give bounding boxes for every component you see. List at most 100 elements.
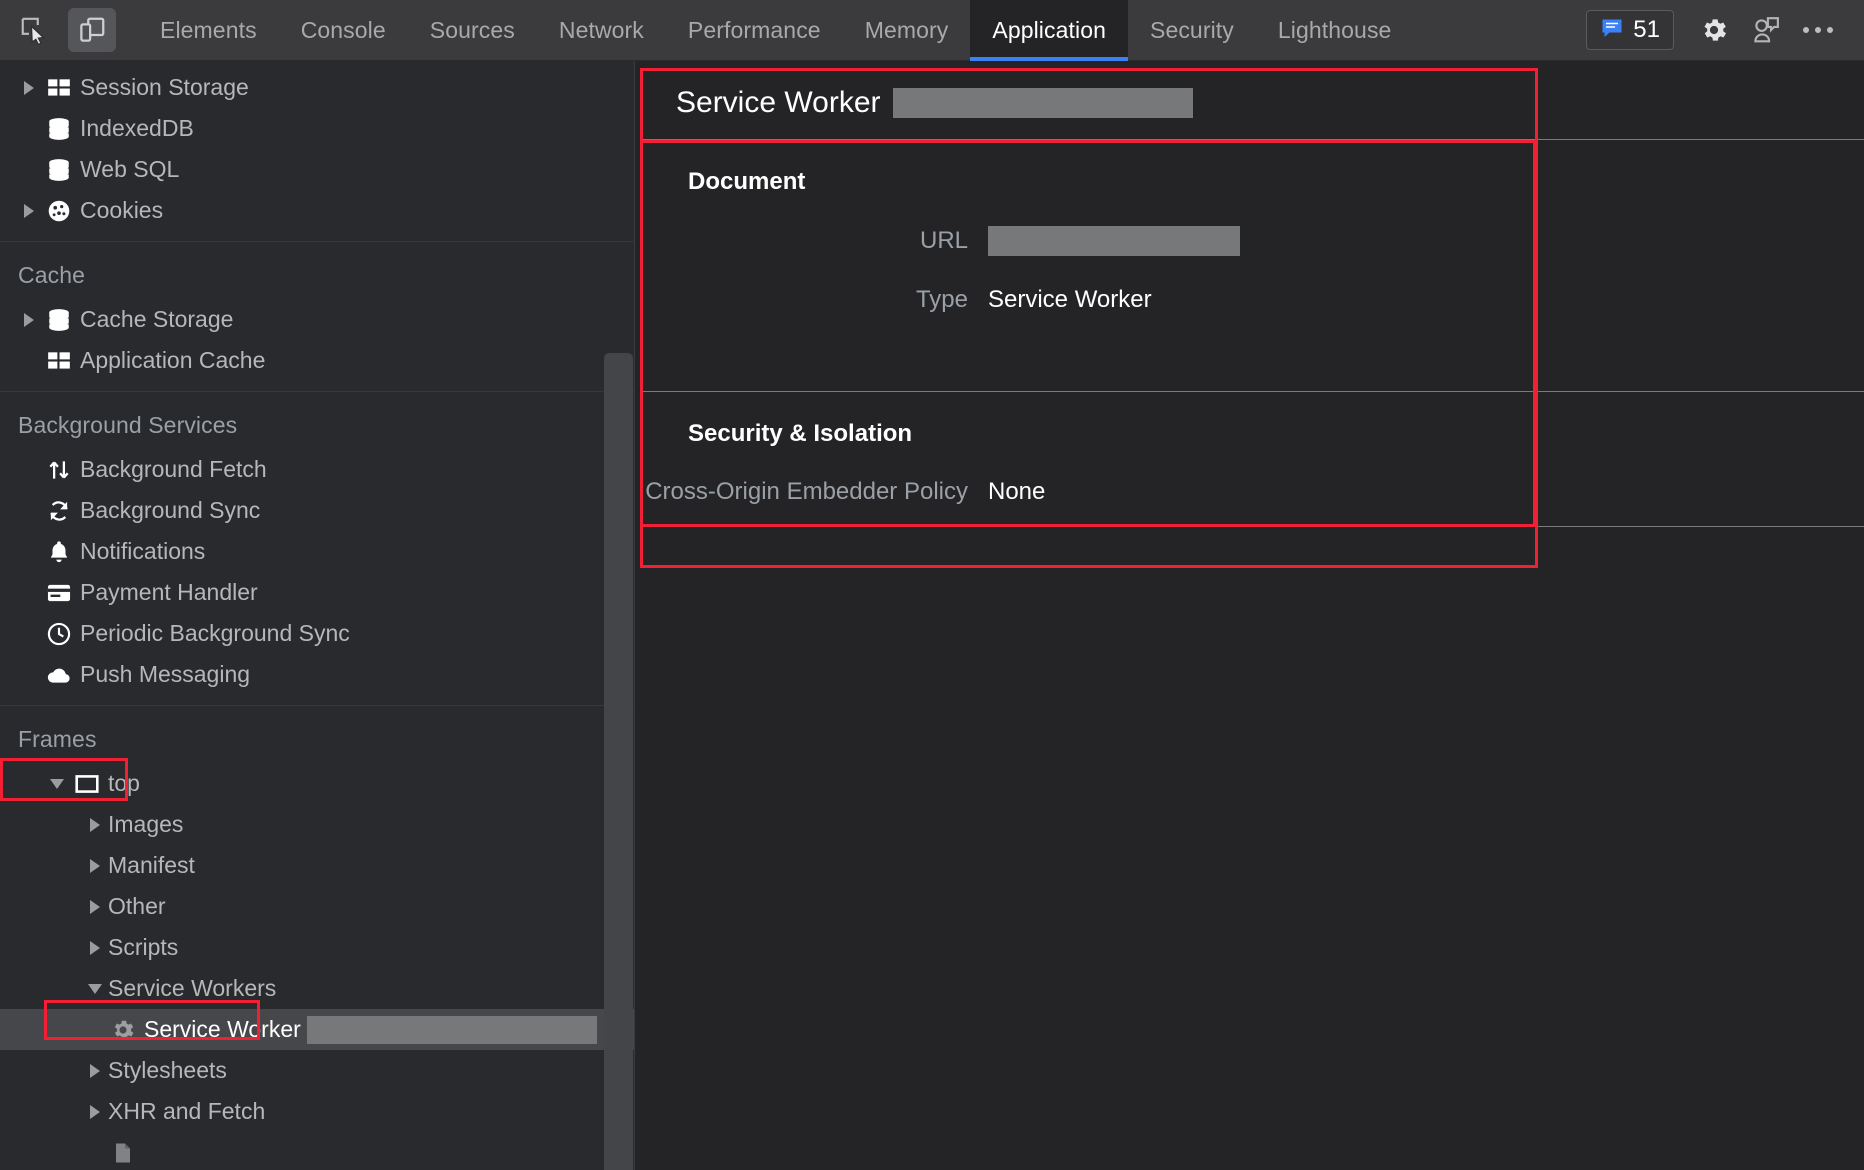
chevron-right-icon[interactable]	[18, 203, 40, 218]
tab-label: Lighthouse	[1277, 16, 1392, 43]
tab-console[interactable]: Console	[279, 0, 408, 61]
table-grid-icon	[40, 75, 78, 101]
frames-group-header: Frames	[18, 726, 97, 752]
sidebar-item-manifest[interactable]: Manifest	[0, 845, 634, 886]
cache-group-header: Cache	[18, 262, 85, 288]
tab-label: Console	[300, 16, 386, 43]
chevron-right-icon[interactable]	[84, 817, 106, 832]
sidebar-item-label: Cache Storage	[80, 306, 234, 332]
tab-performance[interactable]: Performance	[666, 0, 843, 61]
sidebar-item-xhr-and-fetch[interactable]: XHR and Fetch	[0, 1091, 634, 1132]
page-title: Service Worker	[676, 86, 881, 119]
tab-label: Performance	[687, 16, 821, 43]
sidebar-item-notifications[interactable]: Notifications	[0, 531, 634, 572]
sidebar-item-background-sync[interactable]: Background Sync	[0, 490, 634, 531]
sidebar-scrollbar-thumb[interactable]	[604, 353, 633, 1170]
issues-badge[interactable]: 51	[1586, 10, 1674, 50]
security-section-title: Security & Isolation	[688, 420, 913, 447]
bell-icon	[40, 539, 78, 565]
sidebar-item-label: IndexedDB	[80, 115, 194, 141]
tab-application[interactable]: Application	[970, 0, 1128, 61]
sidebar-item-service-worker-selected[interactable]: Service Worker	[0, 1009, 634, 1050]
sidebar-item-label: Scripts	[108, 934, 179, 960]
chevron-right-icon[interactable]	[18, 312, 40, 327]
tab-sources[interactable]: Sources	[408, 0, 537, 61]
sidebar-item-label: Manifest	[108, 852, 195, 878]
devtools-window: Elements Console Sources Network Perform…	[0, 0, 1864, 1170]
sidebar-item-label: Background Fetch	[80, 456, 267, 482]
chevron-right-icon[interactable]	[84, 1063, 106, 1078]
redacted-service-worker-scope	[892, 88, 1193, 118]
document-type-key: Type	[915, 286, 968, 313]
sidebar-item-service-workers[interactable]: Service Workers	[0, 968, 634, 1009]
credit-card-icon	[40, 580, 78, 606]
document-icon	[104, 1141, 142, 1165]
chevron-down-icon[interactable]	[84, 983, 106, 994]
sidebar-item-label: Images	[108, 811, 184, 837]
up-down-arrows-icon	[40, 457, 78, 483]
cache-group: Cache Cache Storage Application Cache	[0, 242, 634, 392]
sidebar-item-push-messaging[interactable]: Push Messaging	[0, 654, 634, 695]
sidebar-item-label: Periodic Background Sync	[80, 620, 350, 646]
tab-label: Sources	[429, 16, 515, 43]
sidebar-item-images[interactable]: Images	[0, 804, 634, 845]
sidebar-item-stylesheets[interactable]: Stylesheets	[0, 1050, 634, 1091]
clock-icon	[40, 621, 78, 647]
tab-elements[interactable]: Elements	[138, 0, 279, 61]
inspect-cursor-icon[interactable]	[10, 8, 58, 52]
sidebar-item-label: Push Messaging	[80, 661, 251, 687]
sidebar-item-top-frame[interactable]: top	[0, 763, 634, 804]
tab-label: Application	[992, 16, 1106, 43]
device-toolbar-icon[interactable]	[68, 8, 116, 52]
database-icon	[40, 116, 78, 142]
trailing-empty-section	[640, 526, 1864, 626]
gear-icon[interactable]	[1688, 8, 1740, 52]
sidebar-item-label: Background Sync	[80, 497, 261, 523]
application-sidebar[interactable]: Session Storage IndexedDB Web SQL Cookie…	[0, 61, 635, 1170]
sidebar-item-periodic-background-sync[interactable]: Periodic Background Sync	[0, 613, 634, 654]
sidebar-item-other[interactable]: Other	[0, 886, 634, 927]
document-section: Document URL Type Service Worker	[640, 139, 1864, 391]
document-url-key: URL	[919, 227, 968, 254]
sidebar-item-application-cache[interactable]: Application Cache	[0, 340, 634, 381]
chevron-right-icon[interactable]	[84, 858, 106, 873]
chevron-right-icon[interactable]	[84, 1104, 106, 1119]
sidebar-item-label: top	[108, 770, 140, 796]
chevron-right-icon[interactable]	[84, 940, 106, 955]
sidebar-item-web-sql[interactable]: Web SQL	[0, 149, 634, 190]
cloud-icon	[40, 662, 78, 688]
more-options-icon[interactable]	[1792, 8, 1844, 52]
chevron-right-icon[interactable]	[84, 899, 106, 914]
feedback-icon[interactable]	[1740, 8, 1792, 52]
sidebar-item-label: Stylesheets	[108, 1057, 227, 1083]
coep-value: None	[988, 478, 1046, 505]
sidebar-item-background-fetch[interactable]: Background Fetch	[0, 449, 634, 490]
sidebar-item-payment-handler[interactable]: Payment Handler	[0, 572, 634, 613]
tab-security[interactable]: Security	[1128, 0, 1256, 61]
cookie-icon	[40, 198, 78, 224]
gear-icon	[104, 1017, 142, 1043]
chevron-down-icon[interactable]	[46, 778, 68, 789]
storage-group: Session Storage IndexedDB Web SQL Cookie…	[0, 61, 634, 242]
sidebar-item-label: Session Storage	[80, 74, 249, 100]
sidebar-item-label: Notifications	[80, 538, 206, 564]
tab-label: Memory	[864, 16, 949, 43]
tab-label: Network	[558, 16, 644, 43]
sync-icon	[40, 498, 78, 524]
coep-key: Cross-Origin Embedder Policy	[645, 478, 968, 505]
redacted-service-worker-url	[306, 1015, 597, 1044]
devtools-toolbar: Elements Console Sources Network Perform…	[0, 0, 1864, 61]
tab-memory[interactable]: Memory	[843, 0, 971, 61]
sidebar-item-scripts[interactable]: Scripts	[0, 927, 634, 968]
sidebar-item-cache-storage[interactable]: Cache Storage	[0, 299, 634, 340]
sidebar-item-cookies[interactable]: Cookies	[0, 190, 634, 231]
tab-network[interactable]: Network	[537, 0, 666, 61]
sidebar-item-document-cutoff[interactable]	[0, 1132, 634, 1170]
background-services-group: Background Services Background Fetch Bac…	[0, 392, 634, 706]
tab-lighthouse[interactable]: Lighthouse	[1256, 0, 1414, 61]
chevron-right-icon[interactable]	[18, 80, 40, 95]
sidebar-item-indexeddb[interactable]: IndexedDB	[0, 108, 634, 149]
issues-count: 51	[1633, 16, 1660, 43]
sidebar-item-session-storage[interactable]: Session Storage	[0, 67, 634, 108]
message-bubble-icon	[1600, 16, 1624, 45]
